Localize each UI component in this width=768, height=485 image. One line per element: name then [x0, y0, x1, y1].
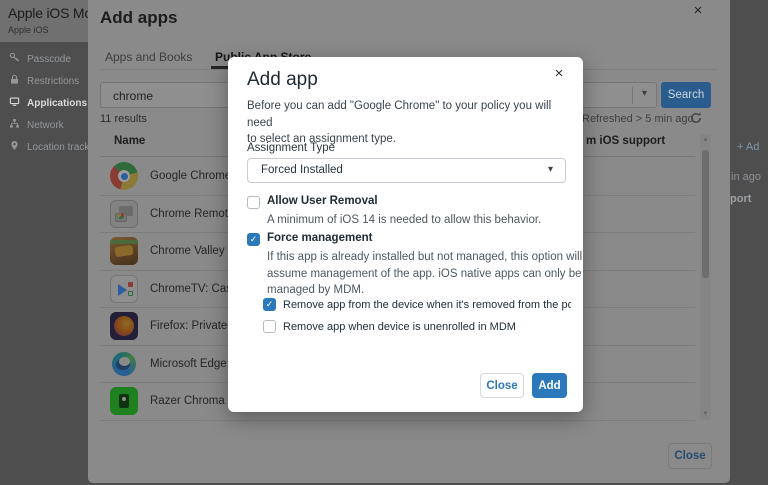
remove-app-on-unenroll-label: Remove app when device is unenrolled in … [283, 321, 516, 333]
sidebar-item-label: Passcode [27, 54, 71, 65]
screen: Apple iOS Mo Apple iOS Passcode Restrict… [0, 0, 768, 485]
column-header-min-ios-support: m iOS support [586, 135, 665, 147]
monitor-icon [9, 96, 20, 110]
scrollbar-thumb[interactable] [702, 150, 709, 278]
modal-title: Add app [247, 69, 318, 91]
network-icon [9, 118, 20, 132]
firefox-icon [110, 312, 138, 340]
sidebar-item-label: Applications [27, 98, 87, 109]
check-icon: ✓ [266, 300, 274, 309]
scroll-up-icon[interactable]: ▲ [700, 134, 711, 146]
assignment-type-label: Assignment Type [247, 142, 335, 154]
modal-close-icon[interactable]: × [550, 65, 568, 83]
sidebar-item-label: Restrictions [27, 76, 79, 87]
allow-user-removal-checkbox[interactable] [247, 196, 260, 209]
background-add-button-fragment[interactable]: + Ad [737, 141, 759, 153]
force-management-label: Force management [267, 232, 372, 244]
edge-icon [110, 350, 138, 378]
search-input-value: chrome [113, 89, 153, 103]
sidebar-item-restrictions[interactable]: Restrictions [0, 70, 88, 92]
table-scrollbar[interactable]: ▲ ▼ [700, 134, 711, 420]
sidebar-item-network[interactable]: Network [0, 114, 88, 136]
app-name: Microsoft Edge: A [150, 358, 240, 370]
chrometv-icon [110, 275, 138, 303]
dialog-title: Add apps [100, 8, 177, 28]
background-page-header: Apple iOS Mo Apple iOS [0, 0, 88, 42]
check-icon: ✓ [250, 235, 258, 244]
chrome-valley-customs-icon [110, 237, 138, 265]
force-management-checkbox[interactable]: ✓ [247, 233, 260, 246]
allow-user-removal-label: Allow User Removal [267, 195, 378, 207]
chrome-icon [110, 162, 138, 190]
sidebar-item-location-tracking[interactable]: Location tracking [0, 136, 88, 158]
results-count: 11 results [100, 113, 147, 125]
app-name: Google Chrome [150, 170, 231, 182]
assignment-type-value: Forced Installed [261, 164, 343, 176]
remove-app-on-unenroll-checkbox[interactable] [263, 320, 276, 333]
dialog-close-button[interactable]: Close [668, 443, 712, 469]
remove-app-on-policy-removal-label: Remove app from the device when it's rem… [283, 299, 571, 311]
add-app-modal: Add app × Before you can add "Google Chr… [228, 57, 583, 412]
location-pin-icon [9, 140, 20, 154]
remove-app-on-policy-removal-checkbox[interactable]: ✓ [263, 298, 276, 311]
sidebar-item-label: Network [27, 120, 64, 131]
policy-subtitle: Apple iOS [8, 25, 88, 35]
assignment-type-select[interactable]: Forced Installed ▾ [247, 158, 566, 183]
force-management-help: If this app is already installed but not… [267, 249, 582, 299]
refreshed-status: Refreshed > 5 min ago [582, 113, 694, 125]
scroll-down-icon[interactable]: ▼ [700, 408, 711, 420]
tab-apps-and-books[interactable]: Apps and Books [105, 50, 192, 64]
lock-icon [9, 74, 20, 88]
modal-add-button[interactable]: Add [532, 373, 567, 398]
modal-description: Before you can add "Google Chrome" to yo… [247, 98, 572, 148]
sidebar-item-applications[interactable]: Applications [0, 92, 88, 114]
background-support-column-fragment: port [730, 193, 751, 205]
search-input-divider [632, 87, 633, 104]
search-button[interactable]: Search [661, 82, 711, 108]
refresh-icon[interactable] [689, 111, 703, 125]
sidebar: Passcode Restrictions Applications Netwo… [0, 48, 88, 158]
razer-chroma-icon [110, 387, 138, 415]
sidebar-item-passcode[interactable]: Passcode [0, 48, 88, 70]
chevron-down-icon: ▾ [548, 164, 553, 175]
modal-close-button[interactable]: Close [480, 373, 524, 398]
key-icon [9, 52, 20, 66]
chrome-remote-desktop-icon [110, 200, 138, 228]
dialog-close-icon[interactable]: × [689, 2, 707, 20]
policy-title: Apple iOS Mo [8, 5, 88, 21]
column-header-name: Name [114, 135, 145, 147]
background-refreshed-fragment: in ago [731, 171, 761, 183]
chevron-down-icon[interactable]: ▾ [642, 88, 647, 99]
allow-user-removal-help: A minimum of iOS 14 is needed to allow t… [267, 212, 541, 229]
